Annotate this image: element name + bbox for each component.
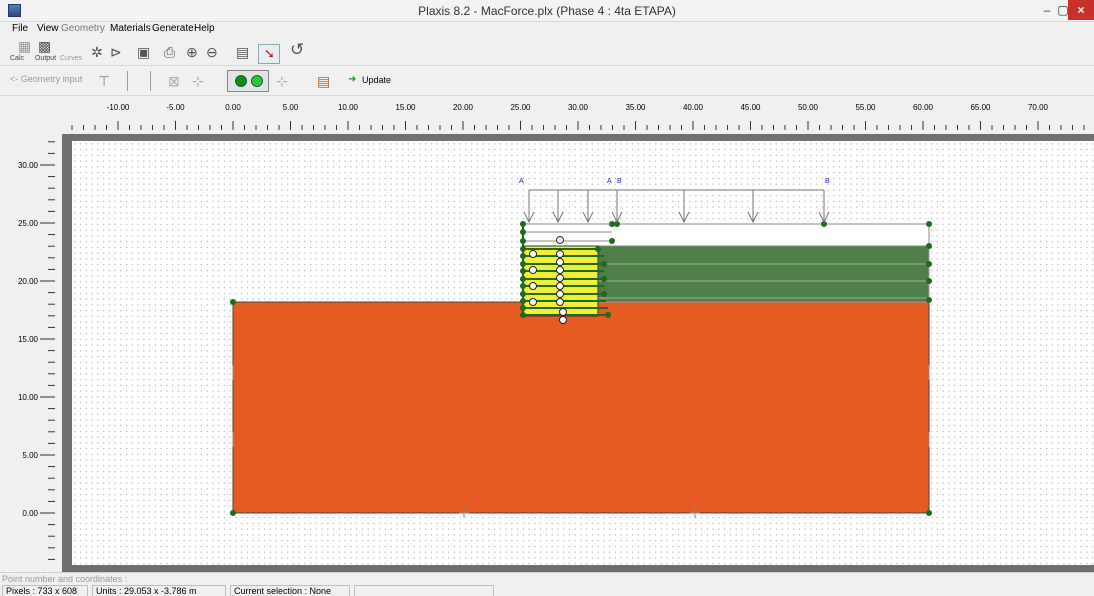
status-empty-cell: [354, 585, 494, 596]
top-layer-cluster[interactable]: [522, 223, 930, 247]
load-label-b-left: B: [617, 178, 622, 185]
load-label-a-left: A: [519, 178, 524, 185]
load-label-a-right: A: [607, 178, 612, 185]
load-label-b-right: B: [825, 178, 830, 185]
status-coordinates-caption: Point number and coordinates :: [2, 574, 128, 584]
plaxis-output-window: Plaxis 8.2 - MacForce.plx (Phase 4 : 4ta…: [0, 0, 1094, 596]
status-units: Units : 29.053 x -3.786 m: [92, 585, 226, 596]
geometry-model: A A B B: [230, 178, 932, 518]
base-soil-cluster[interactable]: [232, 301, 930, 514]
status-bar: Point number and coordinates : Pixels : …: [0, 572, 1094, 596]
distributed-load[interactable]: [523, 189, 830, 224]
status-selection: Current selection : None: [230, 585, 350, 596]
status-pixels: Pixels : 733 x 608: [2, 585, 88, 596]
